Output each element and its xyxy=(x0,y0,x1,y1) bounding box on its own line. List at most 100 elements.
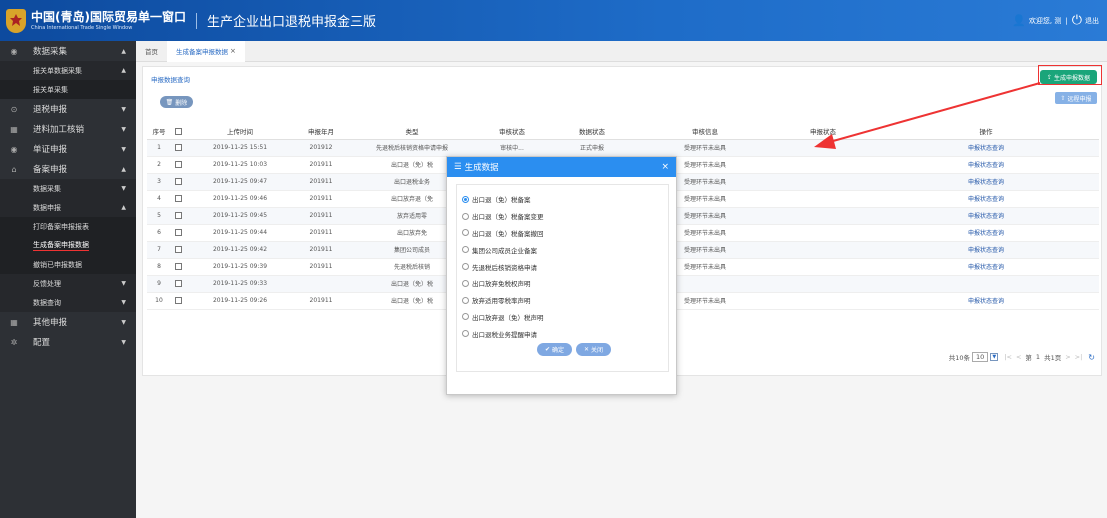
radio-button[interactable] xyxy=(462,330,469,338)
refresh-icon[interactable]: ↻ xyxy=(1088,353,1095,362)
radio-button[interactable] xyxy=(462,279,469,287)
table-cell: 2019-11-25 09:46 xyxy=(185,190,295,208)
radio-option[interactable]: 出口放弃退（免）税声明 xyxy=(457,309,668,326)
chevron-down-icon: ▼ xyxy=(121,125,126,133)
column-header: 审核状态 xyxy=(477,124,547,140)
chevron-down-icon: ▼ xyxy=(121,299,126,306)
power-icon[interactable]: ⏻ xyxy=(1072,13,1082,28)
table-cell[interactable]: 申报状态查询 xyxy=(873,241,1099,259)
radio-option[interactable]: 集团公司成员企业备案 xyxy=(457,241,668,258)
table-cell[interactable]: 申报状态查询 xyxy=(873,139,1099,157)
last-page-button[interactable]: >| xyxy=(1075,353,1083,361)
row-checkbox[interactable] xyxy=(174,195,182,202)
sidebar-item[interactable]: ▦ 进料加工核销 ▼ xyxy=(0,119,136,139)
row-checkbox[interactable] xyxy=(174,280,182,287)
chevron-down-icon: ▼ xyxy=(121,145,126,153)
radio-button[interactable] xyxy=(462,296,469,304)
checkbox-cell xyxy=(171,224,185,242)
sidebar-item[interactable]: 反馈处理 ▼ xyxy=(0,274,136,293)
sidebar-item[interactable]: 报关单数据采集 ▲ xyxy=(0,61,136,80)
sidebar-item[interactable]: 数据申报 ▲ xyxy=(0,198,136,217)
sidebar-item-label: 配置 xyxy=(33,338,51,348)
chevron-up-icon: ▲ xyxy=(121,165,126,173)
radio-option[interactable]: 放弃适用零税率声明 xyxy=(457,292,668,309)
table-cell: 201911 xyxy=(295,258,347,276)
sidebar-item[interactable]: 撤销已申报数据 xyxy=(0,255,136,274)
checkbox-cell xyxy=(171,241,185,259)
radio-button[interactable] xyxy=(462,212,469,220)
sidebar-item[interactable]: 数据查询 ▼ xyxy=(0,293,136,312)
next-page-button[interactable]: > xyxy=(1065,353,1070,361)
table-cell[interactable]: 申报状态查询 xyxy=(873,292,1099,310)
remote-declare-button[interactable]: ⇧ 远程申报 xyxy=(1055,92,1097,104)
sidebar-item[interactable]: ◉ 单证申报 ▼ xyxy=(0,139,136,159)
sidebar-item[interactable]: 报关单采集 xyxy=(0,80,136,99)
dialog-body: 出口退（免）税备案 出口退（免）税备案变更 出口退（免）税备案撤回 集团公司成员企业备… xyxy=(456,184,669,372)
row-checkbox[interactable] xyxy=(174,178,182,185)
radio-button[interactable] xyxy=(462,246,469,254)
sidebar-item[interactable]: ◉ 数据采集 ▲ xyxy=(0,41,136,61)
table-cell: 3 xyxy=(147,173,171,191)
row-checkbox[interactable] xyxy=(174,229,182,236)
sidebar-item[interactable]: 数据采集 ▼ xyxy=(0,179,136,198)
prev-page-button[interactable]: < xyxy=(1016,353,1021,361)
table-cell[interactable]: 申报状态查询 xyxy=(873,173,1099,191)
radio-option[interactable]: 出口退（免）税备案变更 xyxy=(457,208,668,225)
chevron-down-icon: ▼ xyxy=(121,185,126,192)
confirm-button[interactable]: ✔ 确定 xyxy=(537,343,572,356)
tab-close-icon[interactable]: × xyxy=(230,47,236,55)
dialog-close-icon[interactable]: × xyxy=(661,162,669,172)
row-checkbox[interactable] xyxy=(174,144,182,151)
sidebar-item[interactable]: 打印备案申报报表 xyxy=(0,217,136,236)
page-prefix: 第 xyxy=(1025,354,1032,362)
table-cell: 9 xyxy=(147,275,171,293)
first-page-button[interactable]: |< xyxy=(1004,353,1012,361)
radio-button[interactable] xyxy=(462,263,469,271)
radio-option[interactable]: 出口放弃免税权声明 xyxy=(457,275,668,292)
row-checkbox[interactable] xyxy=(174,212,182,219)
dialog-actions: ✔ 确定 ✕ 关闭 xyxy=(537,343,615,356)
tab-current[interactable]: 生成备案申报数据 × xyxy=(167,40,245,62)
sidebar-item[interactable]: 生成备案申报数据 xyxy=(0,236,136,255)
column-header: 上传时间 xyxy=(185,124,295,140)
sidebar-item[interactable]: ⊙ 退税申报 ▼ xyxy=(0,99,136,119)
row-checkbox[interactable] xyxy=(174,246,182,253)
pager-total: 共10条 xyxy=(948,354,971,362)
chevron-down-icon[interactable]: ▼ xyxy=(990,353,999,361)
radio-option[interactable]: 出口退（免）税备案 xyxy=(457,191,668,208)
logout-link[interactable]: 退出 xyxy=(1085,16,1099,26)
table-cell[interactable]: 申报状态查询 xyxy=(873,224,1099,242)
table-cell[interactable]: 申报状态查询 xyxy=(873,207,1099,225)
radio-button[interactable] xyxy=(462,313,469,321)
table-cell[interactable]: 申报状态查询 xyxy=(873,258,1099,276)
sidebar-item[interactable]: ✲ 配置 ▼ xyxy=(0,332,136,352)
row-checkbox[interactable] xyxy=(174,161,182,168)
select-all-checkbox[interactable] xyxy=(174,127,182,135)
sidebar-item[interactable]: ▦ 其他申报 ▼ xyxy=(0,312,136,332)
sidebar-item[interactable]: ⌂ 备案申报 ▲ xyxy=(0,159,136,179)
database-icon: ◉ xyxy=(10,46,18,56)
table-cell[interactable]: 申报状态查询 xyxy=(873,190,1099,208)
page-number-input[interactable]: 1 xyxy=(1036,353,1040,361)
table-row[interactable]: 1 2019-11-25 15:51 201912 先退税后核销资格申请申报 审核中..… xyxy=(147,139,1099,157)
delete-button[interactable]: 🗑 删除 xyxy=(160,96,193,108)
page-size-select[interactable]: 10 xyxy=(972,352,989,362)
tab-home[interactable]: 首页 xyxy=(136,41,167,62)
table-cell[interactable] xyxy=(873,275,1099,293)
row-checkbox[interactable] xyxy=(174,263,182,270)
radio-option[interactable]: 先退税后核销资格申请 xyxy=(457,258,668,275)
row-checkbox[interactable] xyxy=(174,297,182,304)
table-cell xyxy=(773,241,873,259)
user-icon: 👤 xyxy=(1012,14,1026,27)
table-cell: 201911 xyxy=(295,292,347,310)
radio-button[interactable] xyxy=(462,195,469,203)
sidebar-item-label: 单证申报 xyxy=(33,145,68,155)
user-separator: | xyxy=(1065,16,1068,25)
close-button[interactable]: ✕ 关闭 xyxy=(576,343,611,356)
radio-option[interactable]: 出口退税业务提醒申请 xyxy=(457,325,668,342)
radio-option[interactable]: 出口退（免）税备案撤回 xyxy=(457,225,668,242)
generate-data-button[interactable]: ⇪ 生成申报数据 xyxy=(1040,70,1097,84)
chevron-up-icon: ▲ xyxy=(121,204,126,211)
radio-button[interactable] xyxy=(462,229,469,237)
table-cell[interactable]: 申报状态查询 xyxy=(873,156,1099,174)
